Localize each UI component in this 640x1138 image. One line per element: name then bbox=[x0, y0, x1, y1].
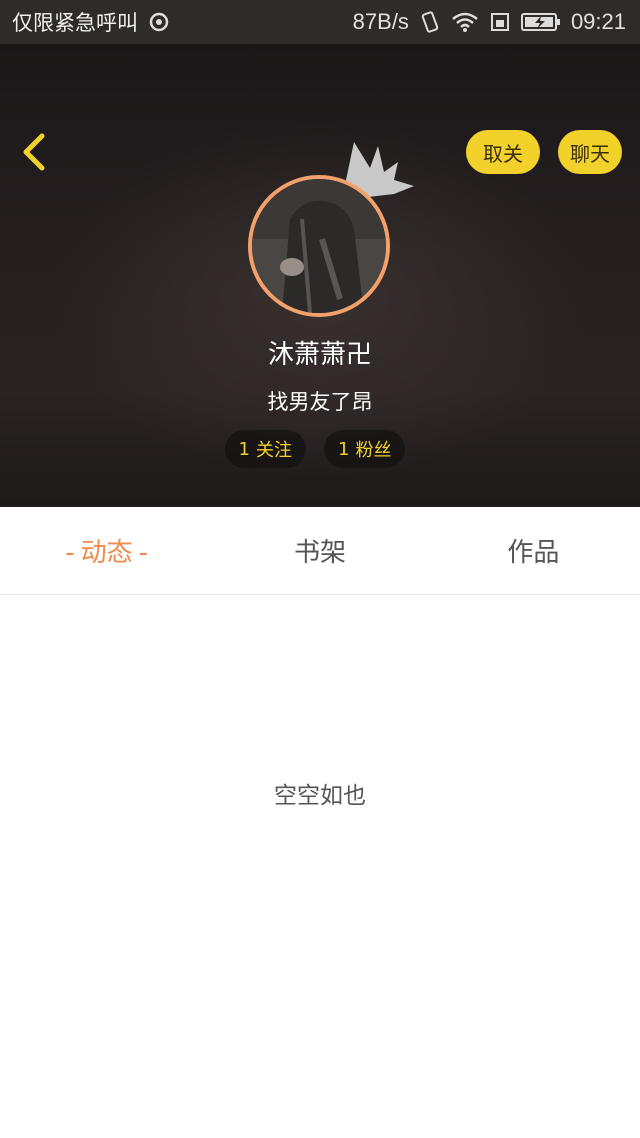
chevron-left-icon bbox=[23, 133, 45, 171]
battery-charging-icon bbox=[520, 11, 561, 33]
empty-state-text: 空空如也 bbox=[274, 783, 366, 809]
sim-icon bbox=[489, 11, 511, 33]
fans-count: 1 bbox=[338, 438, 350, 460]
stats-row: 1 关注 1 粉丝 bbox=[0, 430, 640, 468]
status-bar: 仅限紧急呼叫 87B/s 09:21 bbox=[0, 0, 640, 44]
tab-works[interactable]: 作品 bbox=[427, 532, 640, 569]
wifi-icon bbox=[451, 11, 479, 33]
avatar[interactable] bbox=[248, 175, 390, 317]
chat-button[interactable]: 聊天 bbox=[558, 130, 622, 174]
tab-activity[interactable]: - 动态 - bbox=[0, 532, 213, 569]
following-count-button[interactable]: 1 关注 bbox=[224, 430, 306, 468]
unfollow-button[interactable]: 取关 bbox=[466, 130, 540, 174]
tab-bookshelf[interactable]: 书架 bbox=[213, 532, 426, 569]
clock-time: 09:21 bbox=[570, 9, 626, 34]
network-speed: 87B/s bbox=[352, 9, 409, 34]
sync-icon bbox=[148, 11, 170, 33]
activity-content: 空空如也 bbox=[0, 596, 640, 1138]
tab-works-label: 作品 bbox=[507, 538, 560, 568]
vibrate-icon bbox=[419, 10, 441, 34]
tab-activity-label: 动态 bbox=[80, 538, 133, 568]
tab-bookshelf-label: 书架 bbox=[293, 538, 346, 568]
following-count: 1 bbox=[238, 438, 250, 460]
fans-label: 粉丝 bbox=[355, 440, 392, 461]
fans-count-button[interactable]: 1 粉丝 bbox=[324, 430, 406, 468]
back-button[interactable] bbox=[16, 128, 52, 176]
username: 沐萧萧卍 bbox=[267, 340, 372, 370]
following-label: 关注 bbox=[256, 440, 292, 461]
carrier-text: 仅限紧急呼叫 bbox=[12, 11, 138, 35]
user-signature: 找男友了昂 bbox=[267, 390, 373, 414]
profile-header: 取关 聊天 沐萧萧卍 找男友了昂 1 关注 1 粉丝 bbox=[0, 44, 640, 507]
profile-tabs: - 动态 - 书架 作品 bbox=[0, 507, 640, 595]
